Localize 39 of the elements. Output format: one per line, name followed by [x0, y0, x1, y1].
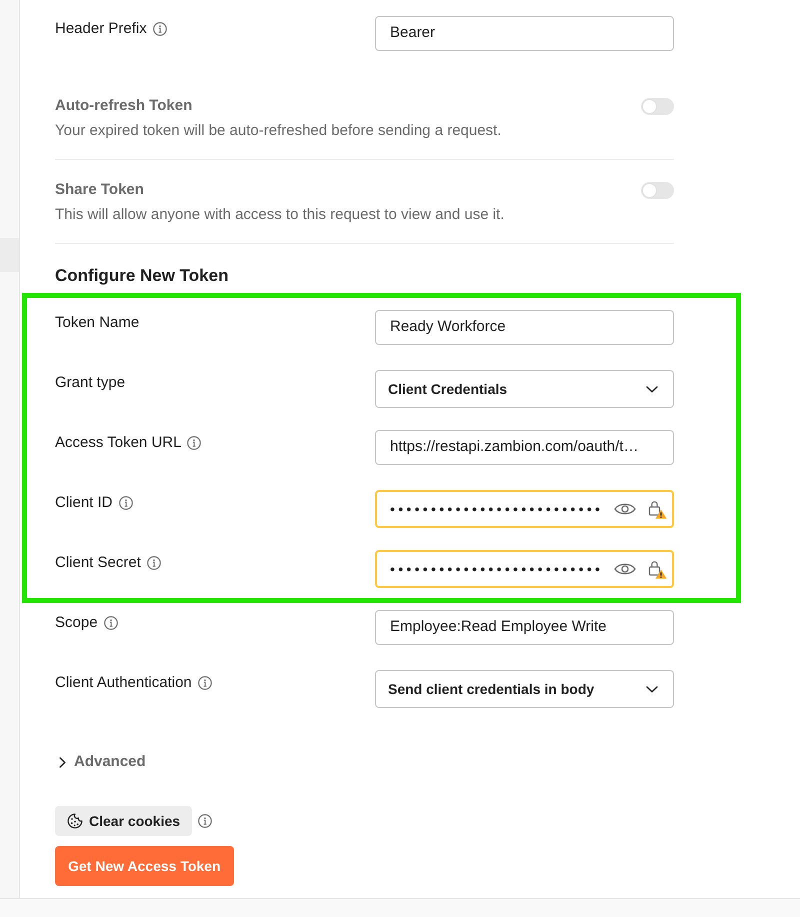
info-icon[interactable] [118, 496, 133, 510]
text-field[interactable]: https://restapi.zambion.com/oauth/t… [375, 430, 674, 465]
info-icon[interactable] [152, 22, 167, 36]
chevron-down-icon [646, 386, 658, 392]
text-field[interactable]: Bearer [375, 16, 674, 51]
setting-title: Auto-refresh Token [55, 96, 192, 116]
field-label: Header Prefix [55, 19, 147, 39]
eye-icon[interactable] [614, 502, 636, 516]
info-icon[interactable] [198, 814, 212, 828]
field-label: Client Secret [55, 553, 141, 573]
info-icon[interactable] [146, 556, 161, 570]
field-label: Access Token URL [55, 433, 182, 453]
advanced-toggle[interactable]: Advanced [55, 752, 146, 772]
dropdown[interactable]: Client Credentials [375, 370, 674, 408]
setting-title: Share Token [55, 180, 144, 200]
chevron-down-icon [646, 686, 658, 692]
password-field[interactable]: •••••••••••••••••••••••••• [375, 490, 674, 528]
field-label: Grant type [55, 373, 126, 393]
field-label: Client Authentication [55, 673, 192, 693]
password-field[interactable]: •••••••••••••••••••••••••• [375, 550, 674, 588]
cookie-icon [67, 813, 83, 829]
toggle-switch[interactable] [641, 98, 674, 114]
setting-description: Your expired token will be auto-refreshed before sending a request. [55, 121, 502, 141]
clear-cookies-button[interactable]: Clear cookies [55, 806, 192, 836]
dropdown[interactable]: Send client credentials in body [375, 670, 674, 708]
info-icon[interactable] [187, 436, 202, 450]
section-heading: Configure New Token [55, 265, 230, 287]
eye-icon[interactable] [614, 562, 636, 576]
field-label: Client ID [55, 493, 113, 513]
text-field[interactable]: Ready Workforce [375, 310, 674, 345]
toggle-switch[interactable] [641, 182, 674, 198]
info-icon[interactable] [198, 676, 212, 690]
lock-warning-icon [647, 499, 668, 519]
field-label: Scope [55, 613, 98, 633]
text-field[interactable]: Employee:Read Employee Write [375, 610, 674, 645]
setting-description: This will allow anyone with access to this request to view and use it. [55, 205, 506, 225]
info-icon[interactable] [104, 616, 118, 630]
lock-warning-icon [647, 559, 668, 579]
field-label: Token Name [55, 313, 140, 333]
